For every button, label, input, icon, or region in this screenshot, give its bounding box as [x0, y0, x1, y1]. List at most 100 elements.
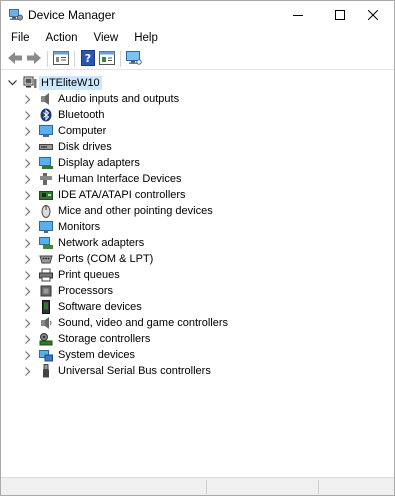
chevron-right-icon[interactable]	[23, 171, 33, 187]
network-adapter-icon	[39, 236, 53, 250]
tree-item-system-devices[interactable]: System devices	[1, 347, 394, 363]
tree-item-label: Computer	[58, 125, 107, 137]
forward-button[interactable]	[25, 50, 43, 68]
tree-item-label: System devices	[58, 349, 136, 361]
help-button[interactable]: ?	[79, 49, 97, 69]
chevron-right-icon[interactable]	[23, 363, 33, 379]
chevron-right-icon[interactable]	[23, 283, 33, 299]
tree-item-ide[interactable]: IDE ATA/ATAPI controllers	[1, 187, 394, 203]
toolbar-separator	[47, 51, 48, 67]
monitor-scan-icon	[126, 50, 142, 68]
toolbar-separator	[120, 51, 121, 67]
speaker-icon	[39, 92, 53, 106]
scan-hardware-button[interactable]	[125, 50, 143, 68]
sound-icon	[39, 316, 53, 330]
tree-item-software-devices[interactable]: Software devices	[1, 299, 394, 315]
computer-root-icon	[23, 76, 37, 90]
tree-item-usb[interactable]: Universal Serial Bus controllers	[1, 363, 394, 379]
tree-item-computer[interactable]: Computer	[1, 123, 394, 139]
help-icon: ?	[81, 49, 95, 69]
tree-item-label: Audio inputs and outputs	[58, 93, 180, 105]
tree-item-sound-video[interactable]: Sound, video and game controllers	[1, 315, 394, 331]
hid-icon	[39, 172, 53, 186]
menu-file[interactable]: File	[1, 29, 36, 47]
tree-item-label: Storage controllers	[58, 333, 151, 345]
window-title: Device Manager	[28, 8, 116, 22]
chevron-right-icon[interactable]	[23, 203, 33, 219]
tree-item-disk-drives[interactable]: Disk drives	[1, 139, 394, 155]
back-button[interactable]	[6, 50, 24, 68]
minimize-button[interactable]	[275, 1, 321, 29]
tree-item-label: Sound, video and game controllers	[58, 317, 228, 329]
chevron-right-icon[interactable]	[23, 331, 33, 347]
chevron-down-icon[interactable]	[7, 75, 17, 91]
chevron-right-icon[interactable]	[23, 187, 33, 203]
tree-item-label: Network adapters	[58, 237, 145, 249]
display-adapter-icon	[39, 156, 53, 170]
processor-icon	[39, 284, 53, 298]
chevron-right-icon[interactable]	[23, 107, 33, 123]
chevron-right-icon[interactable]	[23, 347, 33, 363]
chevron-right-icon[interactable]	[23, 91, 33, 107]
tree-item-monitors[interactable]: Monitors	[1, 219, 394, 235]
menu-bar: File Action View Help	[1, 29, 394, 47]
tree-item-print-queues[interactable]: Print queues	[1, 267, 394, 283]
status-pane	[206, 480, 318, 494]
title-bar[interactable]: Device Manager	[1, 1, 394, 29]
tree-item-label: IDE ATA/ATAPI controllers	[58, 189, 186, 201]
menu-action[interactable]: Action	[36, 29, 84, 47]
status-pane	[318, 480, 394, 494]
tree-item-label: Disk drives	[58, 141, 112, 153]
toolbar: ?	[1, 48, 394, 70]
menu-view[interactable]: View	[84, 29, 125, 47]
chevron-right-icon[interactable]	[23, 219, 33, 235]
tree-root-node[interactable]: HTEliteW10	[1, 75, 394, 91]
monitor-icon	[39, 220, 53, 234]
computer-icon	[39, 124, 53, 138]
tree-root-label[interactable]: HTEliteW10	[39, 76, 102, 90]
chevron-right-icon[interactable]	[23, 251, 33, 267]
chevron-right-icon[interactable]	[23, 155, 33, 171]
chevron-right-icon[interactable]	[23, 299, 33, 315]
back-icon	[7, 51, 23, 68]
toolbar-separator	[74, 51, 75, 67]
tree-item-storage-controllers[interactable]: Storage controllers	[1, 331, 394, 347]
properties-button[interactable]	[52, 50, 70, 68]
tree-item-processors[interactable]: Processors	[1, 283, 394, 299]
forward-icon	[26, 51, 42, 68]
status-bar	[1, 477, 394, 495]
port-icon	[39, 252, 53, 266]
system-devices-icon	[39, 348, 53, 362]
storage-controller-icon	[39, 332, 53, 346]
tree-item-label: Software devices	[58, 301, 142, 313]
chevron-right-icon[interactable]	[23, 267, 33, 283]
tree-item-label: Universal Serial Bus controllers	[58, 365, 211, 377]
properties-icon	[53, 50, 69, 68]
device-tree[interactable]: HTEliteW10 Audio inputs and outputs Blue…	[1, 71, 394, 477]
tree-item-label: Display adapters	[58, 157, 140, 169]
tree-item-bluetooth[interactable]: Bluetooth	[1, 107, 394, 123]
tree-item-hid[interactable]: Human Interface Devices	[1, 171, 394, 187]
menu-help[interactable]: Help	[124, 29, 164, 47]
mouse-icon	[39, 204, 53, 218]
svg-text:?: ?	[85, 52, 91, 65]
usb-icon	[39, 364, 53, 378]
update-driver-button[interactable]	[98, 50, 116, 68]
tree-item-ports[interactable]: Ports (COM & LPT)	[1, 251, 394, 267]
chevron-right-icon[interactable]	[23, 235, 33, 251]
tree-item-display-adapters[interactable]: Display adapters	[1, 155, 394, 171]
tree-item-audio[interactable]: Audio inputs and outputs	[1, 91, 394, 107]
software-device-icon	[39, 300, 53, 314]
bluetooth-icon	[39, 108, 53, 122]
tree-item-mice[interactable]: Mice and other pointing devices	[1, 203, 394, 219]
ide-controller-icon	[39, 188, 53, 202]
device-manager-app-icon	[9, 9, 23, 21]
close-button[interactable]	[350, 1, 395, 29]
tree-item-network[interactable]: Network adapters	[1, 235, 394, 251]
printer-icon	[39, 268, 53, 282]
chevron-right-icon[interactable]	[23, 139, 33, 155]
chevron-right-icon[interactable]	[23, 123, 33, 139]
chevron-right-icon[interactable]	[23, 315, 33, 331]
tree-item-label: Human Interface Devices	[58, 173, 182, 185]
update-driver-icon	[99, 50, 115, 68]
